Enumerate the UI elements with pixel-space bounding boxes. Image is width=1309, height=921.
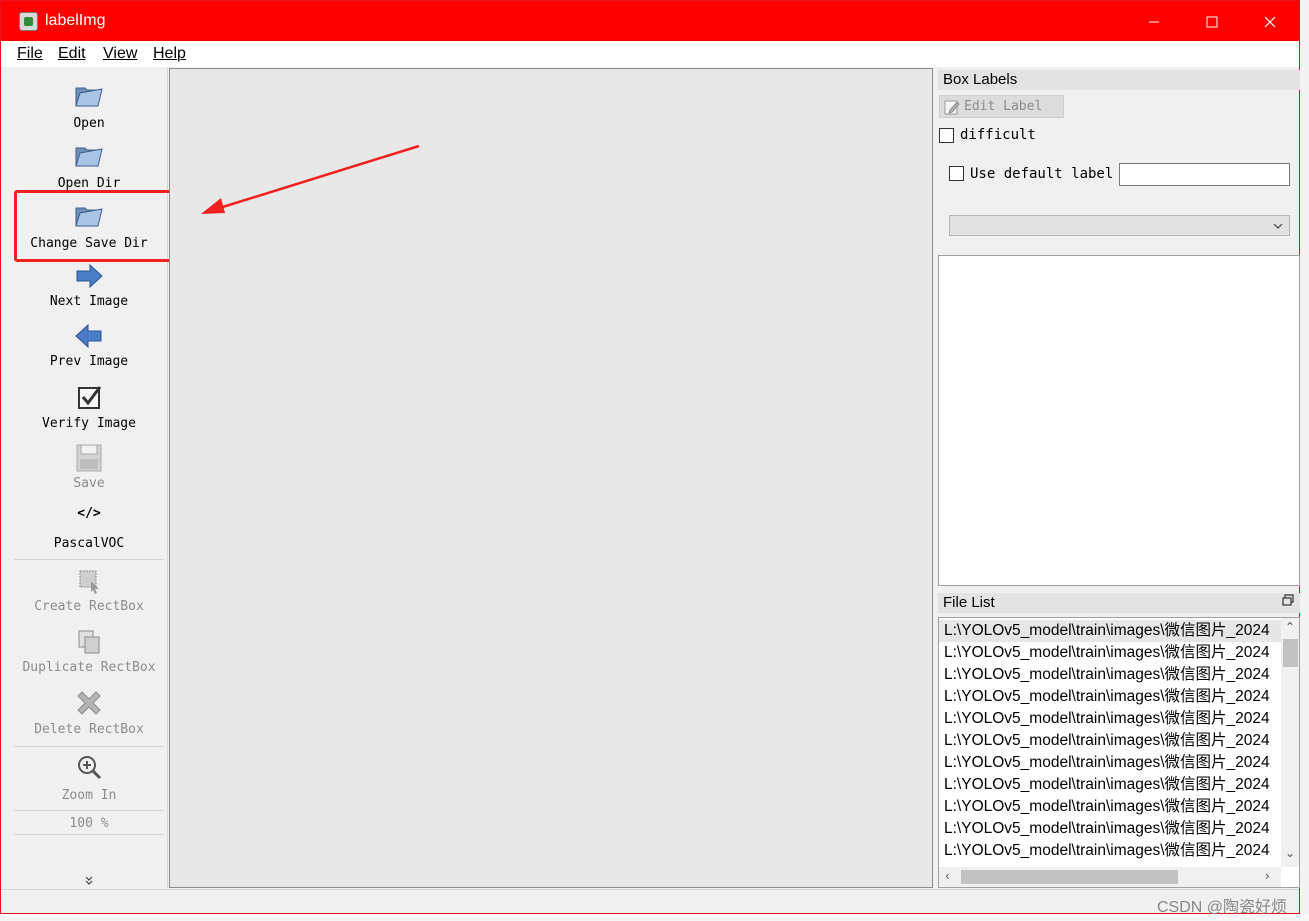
file-list-item[interactable]: L:\YOLOv5_model\train\images\微信图片_2024	[939, 642, 1281, 664]
file-list-dock: File List L:\YOLOv5_model\train\images\微…	[937, 591, 1300, 888]
open-dir-button[interactable]: Open Dir	[10, 140, 168, 192]
toolbar-more-button[interactable]	[10, 874, 168, 888]
label-list[interactable]	[938, 255, 1300, 586]
annotation-arrow	[201, 144, 420, 214]
format-label: PascalVOC	[53, 536, 125, 551]
file-list-item[interactable]: L:\YOLOv5_model\train\images\微信图片_2024	[939, 730, 1281, 752]
delete-rectbox-label: Delete RectBox	[34, 722, 144, 737]
close-icon	[1264, 16, 1276, 27]
file-list-item[interactable]: L:\YOLOv5_model\train\images\微信图片_2024	[939, 620, 1281, 642]
status-bar	[1, 889, 1299, 913]
toolbar-separator	[14, 746, 164, 747]
toolbar-separator	[14, 559, 164, 560]
default-label-input[interactable]	[1119, 163, 1290, 186]
file-list-item[interactable]: L:\YOLOv5_model\train\images\微信图片_2024	[939, 708, 1281, 730]
code-icon: </>	[77, 506, 101, 521]
toolbar-separator	[14, 834, 164, 835]
zoom-level-spinbox[interactable]: 100 %	[10, 815, 168, 835]
open-label: Open	[73, 116, 105, 131]
arrow-left-icon	[75, 323, 102, 349]
scroll-left-icon[interactable]: ‹	[945, 869, 950, 883]
menu-view[interactable]: View	[103, 45, 137, 63]
scroll-down-icon[interactable]: ⌄	[1285, 846, 1295, 860]
create-rectbox-button[interactable]: Create RectBox	[10, 565, 168, 617]
menu-help[interactable]: Help	[153, 45, 186, 63]
dock-float-icon[interactable]	[1282, 594, 1294, 606]
watermark-text: CSDN @陶瓷好烦	[1157, 899, 1288, 916]
file-list-item[interactable]: L:\YOLOv5_model\train\images\微信图片_2024	[939, 840, 1281, 862]
duplicate-icon	[78, 630, 100, 654]
minimize-button[interactable]	[1125, 1, 1183, 41]
title-bar[interactable]: labelImg	[1, 1, 1299, 41]
file-list-item[interactable]: L:\YOLOv5_model\train\images\微信图片_2024	[939, 664, 1281, 686]
chevron-down-icon	[1273, 223, 1283, 229]
checkbox-checked-icon	[78, 386, 102, 409]
annotation-highlight-box	[14, 190, 182, 262]
duplicate-rectbox-button[interactable]: Duplicate RectBox	[10, 626, 168, 678]
chevron-double-down-icon	[85, 876, 93, 885]
file-list-item[interactable]: L:\YOLOv5_model\train\images\微信图片_2024	[939, 818, 1281, 840]
difficult-label: difficult	[960, 127, 1036, 143]
magnifier-plus-icon	[78, 756, 102, 780]
box-labels-title: Box Labels	[938, 70, 1300, 90]
app-icon	[19, 12, 38, 31]
menu-bar: File Edit View Help	[1, 41, 1299, 67]
file-list-item[interactable]: L:\YOLOv5_model\train\images\微信图片_2024	[939, 796, 1281, 818]
scroll-up-icon[interactable]: ⌃	[1285, 620, 1295, 634]
file-list-vertical-scrollbar[interactable]: ⌃ ⌄	[1281, 618, 1299, 867]
zoom-level-value: 100 %	[69, 816, 109, 831]
save-button[interactable]: Save	[10, 442, 168, 494]
floppy-disk-icon	[76, 444, 102, 472]
use-default-label-checkbox[interactable]	[949, 166, 964, 181]
window-title: labelImg	[45, 12, 106, 29]
delete-rectbox-button[interactable]: Delete RectBox	[10, 687, 168, 739]
labelimg-window: labelImg File Edit View Help Open Open D…	[0, 0, 1300, 914]
scroll-right-icon[interactable]: ›	[1265, 869, 1270, 883]
open-dir-label: Open Dir	[57, 176, 121, 191]
delete-x-icon	[77, 691, 101, 715]
maximize-button[interactable]	[1183, 1, 1241, 41]
edit-label-text: Edit Label	[964, 99, 1043, 114]
folder-open-icon	[75, 147, 103, 167]
next-image-label: Next Image	[49, 294, 129, 309]
file-list-horizontal-scrollbar[interactable]: ‹ ›	[939, 867, 1281, 887]
duplicate-rectbox-label: Duplicate RectBox	[22, 660, 156, 675]
background-right-strip	[1300, 0, 1309, 921]
format-button[interactable]: </> PascalVOC	[10, 506, 168, 552]
close-button[interactable]	[1241, 1, 1299, 41]
maximize-icon	[1206, 16, 1218, 27]
difficult-checkbox[interactable]	[939, 128, 954, 143]
box-labels-dock: Box Labels Edit Label difficult Use defa…	[937, 68, 1300, 586]
file-list-item[interactable]: L:\YOLOv5_model\train\images\微信图片_2024	[939, 774, 1281, 796]
horizontal-scroll-thumb[interactable]	[961, 870, 1178, 884]
zoom-in-label: Zoom In	[61, 788, 117, 803]
file-list-item[interactable]: L:\YOLOv5_model\train\images\微信图片_2024	[939, 752, 1281, 774]
arrow-right-icon	[76, 263, 103, 289]
menu-file[interactable]: File	[17, 45, 43, 63]
file-list[interactable]: L:\YOLOv5_model\train\images\微信图片_2024 L…	[938, 617, 1300, 888]
label-combobox[interactable]	[949, 215, 1290, 236]
create-rectbox-label: Create RectBox	[34, 599, 144, 614]
open-button[interactable]: Open	[10, 80, 168, 132]
save-label: Save	[73, 476, 105, 491]
edit-label-button[interactable]: Edit Label	[939, 95, 1064, 118]
vertical-scroll-thumb[interactable]	[1283, 639, 1298, 667]
create-rect-icon	[79, 570, 99, 594]
verify-image-label: Verify Image	[42, 416, 136, 431]
file-list-item[interactable]: L:\YOLOv5_model\train\images\微信图片_2024	[939, 686, 1281, 708]
background-bottom-strip	[0, 914, 1309, 921]
folder-open-icon	[75, 87, 103, 107]
next-image-button[interactable]: Next Image	[10, 260, 168, 312]
minimize-icon	[1149, 21, 1159, 22]
file-list-title: File List	[938, 593, 1300, 613]
prev-image-button[interactable]: Prev Image	[10, 320, 168, 372]
zoom-in-button[interactable]: Zoom In	[10, 752, 168, 804]
use-default-label-label: Use default label	[970, 166, 1114, 182]
edit-pencil-icon	[944, 100, 960, 115]
menu-edit[interactable]: Edit	[58, 45, 86, 63]
toolbar-separator	[14, 810, 164, 811]
prev-image-label: Prev Image	[49, 354, 129, 369]
verify-image-button[interactable]: Verify Image	[10, 382, 168, 434]
